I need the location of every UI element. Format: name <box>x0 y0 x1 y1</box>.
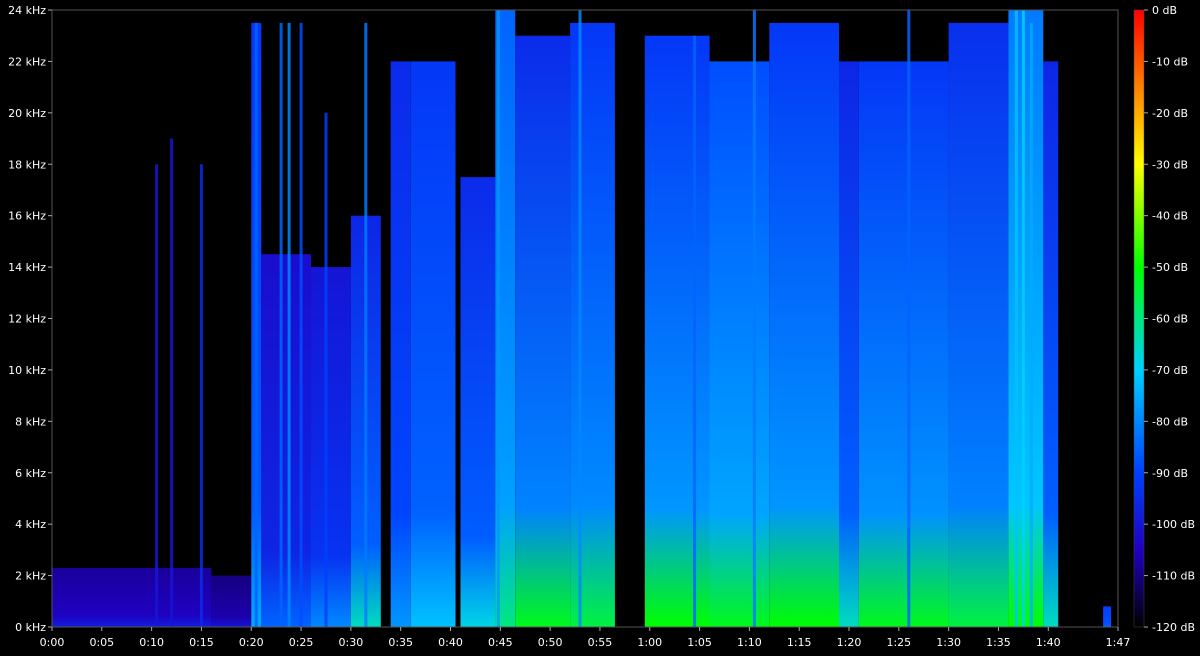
x-tick-label: 1:47 <box>1106 636 1131 649</box>
spectrogram-streak <box>254 22 258 627</box>
colorbar-tick-label: -50 dB <box>1152 261 1188 274</box>
x-tick-label: 0:20 <box>239 636 264 649</box>
x-tick-label: 0:30 <box>339 636 364 649</box>
x-tick-label: 0:15 <box>189 636 214 649</box>
y-tick-label: 22 kHz <box>8 55 46 68</box>
spectrogram-segment <box>211 575 252 627</box>
colorbar-tick-label: -100 dB <box>1152 518 1195 531</box>
colorbar-tick-label: -90 dB <box>1152 467 1188 480</box>
spectrogram-segment <box>410 61 456 627</box>
colorbar-tick-label: -110 dB <box>1152 570 1195 583</box>
x-tick-label: 1:10 <box>737 636 762 649</box>
x-tick-label: 1:00 <box>637 636 662 649</box>
y-tick-label: 20 kHz <box>8 107 46 120</box>
spectrogram-streak <box>578 10 582 627</box>
spectrogram-segment <box>859 61 949 627</box>
spectrogram-streak <box>199 164 203 628</box>
spectrogram-segment <box>709 61 770 627</box>
spectrogram-segment <box>570 22 615 627</box>
colorbar-gradient <box>1133 9 1145 628</box>
spectrogram-segment <box>1008 10 1044 627</box>
spectrogram-segment <box>1103 606 1112 627</box>
colorbar-tick-label: -30 dB <box>1152 158 1188 171</box>
spectrogram-segment <box>644 35 710 627</box>
x-tick-label: 1:40 <box>1036 636 1061 649</box>
y-tick-label: 10 kHz <box>8 364 46 377</box>
colorbar-tick-label: -60 dB <box>1152 313 1188 326</box>
x-tick-label: 0:00 <box>40 636 65 649</box>
spectrogram-streak <box>1029 22 1033 627</box>
y-tick-label: 12 kHz <box>8 313 46 326</box>
colorbar-tick-label: -20 dB <box>1152 107 1188 120</box>
spectrogram-streak <box>299 22 303 627</box>
spectrogram-streak <box>907 10 911 627</box>
spectrogram-segment <box>515 35 571 627</box>
x-tick-label: 1:05 <box>687 636 712 649</box>
x-tick-label: 0:10 <box>139 636 164 649</box>
y-tick-label: 0 kHz <box>15 621 46 634</box>
y-tick-label: 8 kHz <box>15 415 46 428</box>
spectrogram-streak <box>752 10 756 627</box>
x-tick-label: 1:25 <box>886 636 911 649</box>
y-tick-label: 16 kHz <box>8 210 46 223</box>
y-tick-label: 2 kHz <box>15 570 46 583</box>
colorbar-tick-label: 0 dB <box>1152 4 1177 17</box>
spectrogram-segment <box>261 254 311 627</box>
x-tick-label: 0:55 <box>588 636 613 649</box>
spectrogram-segment <box>1043 61 1059 627</box>
y-tick-label: 14 kHz <box>8 261 46 274</box>
colorbar-tick-label: -80 dB <box>1152 415 1188 428</box>
y-tick-label: 24 kHz <box>8 4 46 17</box>
x-tick-label: 0:05 <box>89 636 114 649</box>
colorbar-tick-label: -120 dB <box>1152 621 1195 634</box>
x-tick-label: 1:35 <box>986 636 1011 649</box>
x-tick-label: 1:15 <box>787 636 812 649</box>
spectrogram-segment <box>52 567 212 627</box>
spectrogram-streak <box>1014 10 1018 627</box>
spectrogram-streak <box>364 22 368 627</box>
y-tick-label: 6 kHz <box>15 467 46 480</box>
colorbar-tick-label: -10 dB <box>1152 55 1188 68</box>
spectrogram-streak <box>496 10 500 627</box>
spectrogram-streak <box>279 22 283 627</box>
x-tick-label: 0:25 <box>289 636 314 649</box>
spectrogram-streak <box>170 138 174 627</box>
colorbar-tick-label: -70 dB <box>1152 364 1188 377</box>
spectrogram-streak <box>1021 10 1025 627</box>
spectrogram-streak <box>324 112 328 628</box>
colorbar-tick-label: -40 dB <box>1152 210 1188 223</box>
y-tick-label: 18 kHz <box>8 158 46 171</box>
spectrogram-streak <box>693 35 697 627</box>
spectrogram-segment <box>311 267 351 627</box>
x-tick-label: 1:20 <box>837 636 862 649</box>
spectrogram-segment <box>839 61 859 627</box>
spectrogram-streak <box>287 22 291 627</box>
x-tick-label: 0:50 <box>538 636 563 649</box>
x-tick-label: 1:30 <box>936 636 961 649</box>
spectrogram-segment <box>769 22 839 627</box>
spectrogram-chart: 0 kHz 2 kHz 4 kHz 6 kHz 8 kHz 10 kHz 12 kHz 14 … <box>0 0 1200 656</box>
x-tick-label: 0:40 <box>438 636 463 649</box>
spectrogram-segment <box>948 22 1009 627</box>
x-tick-label: 0:45 <box>488 636 513 649</box>
y-tick-label: 4 kHz <box>15 518 46 531</box>
spectrogram-segment <box>460 177 496 627</box>
x-tick-label: 0:35 <box>388 636 413 649</box>
spectrogram-segment <box>390 61 411 627</box>
spectrogram-streak <box>155 164 159 628</box>
